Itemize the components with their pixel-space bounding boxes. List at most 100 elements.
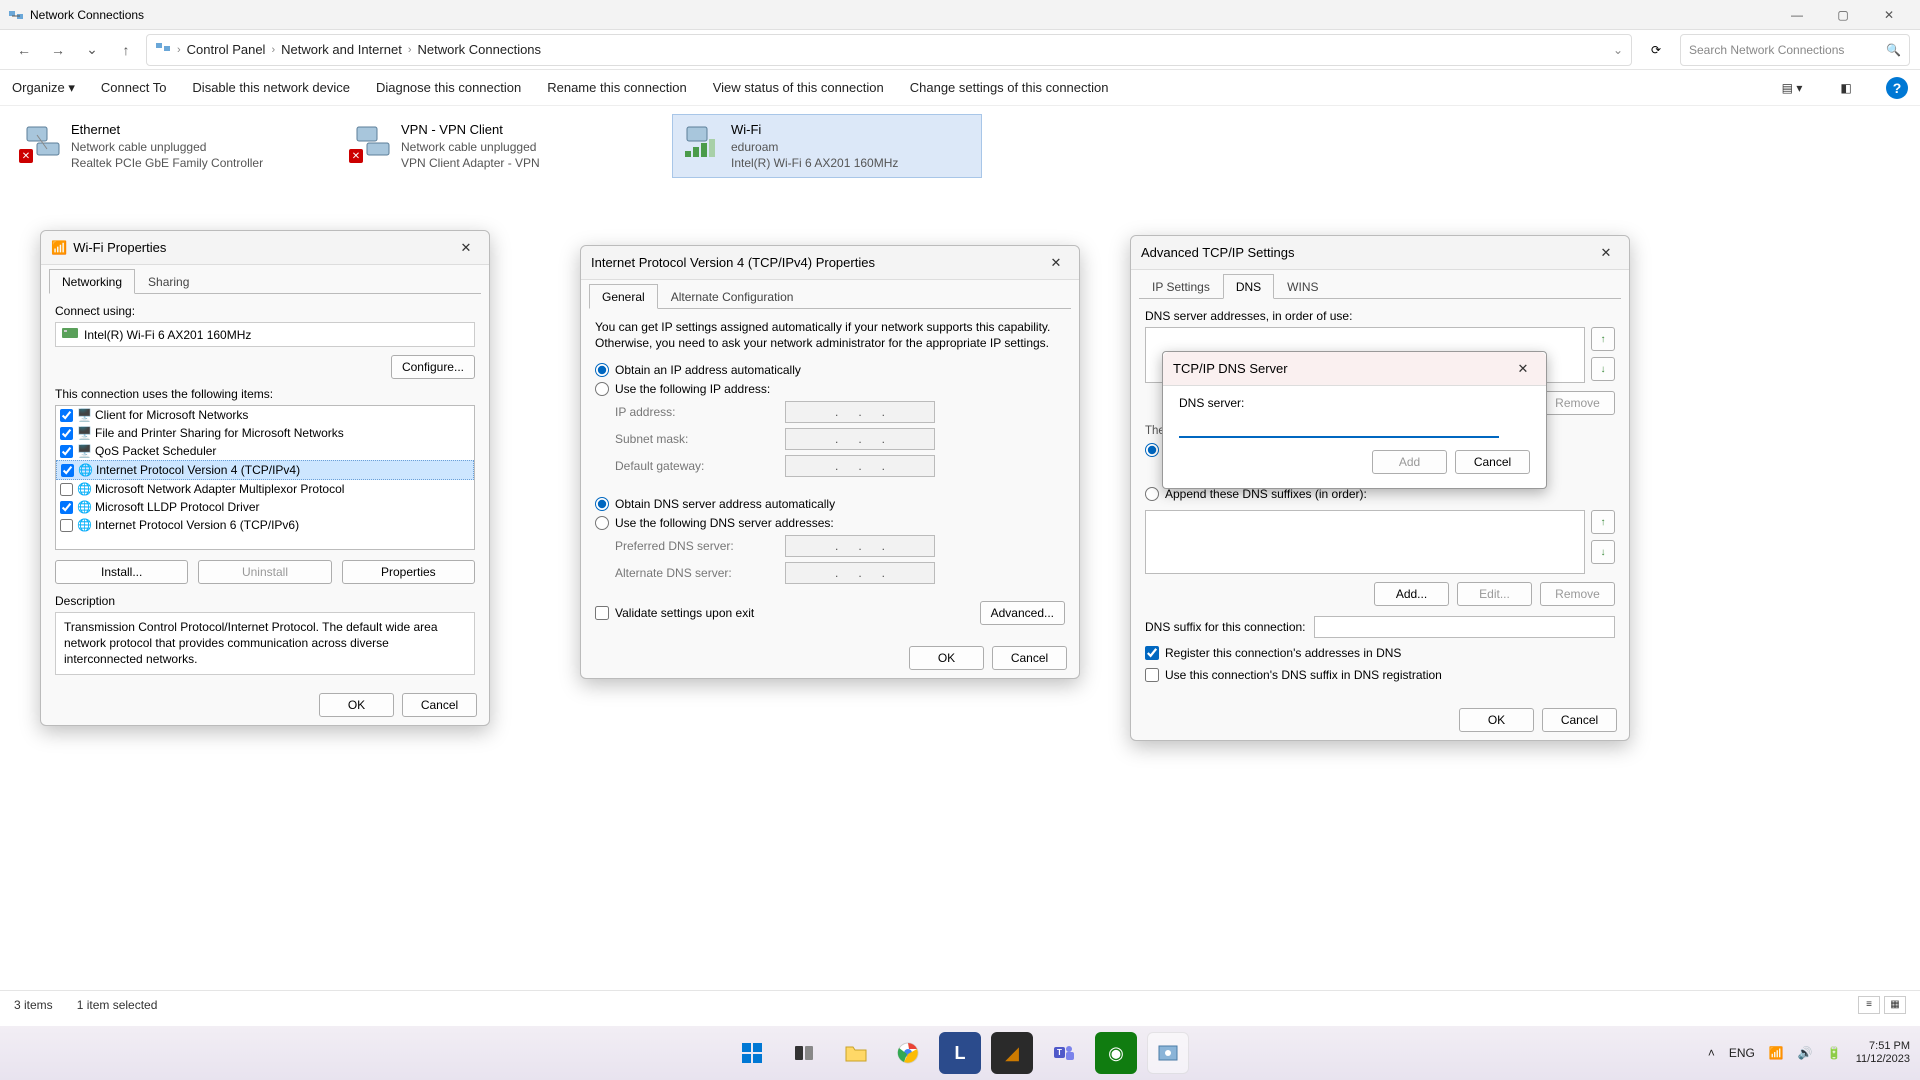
up-button[interactable]: ↑ bbox=[112, 36, 140, 64]
connection-suffix-input[interactable] bbox=[1314, 616, 1615, 638]
dns-remove-button[interactable]: Remove bbox=[1540, 391, 1615, 415]
dns-suffixes-list[interactable] bbox=[1145, 510, 1585, 574]
teams-icon[interactable]: T bbox=[1043, 1032, 1085, 1074]
cancel-button[interactable]: Cancel bbox=[1542, 708, 1617, 732]
back-button[interactable]: ← bbox=[10, 36, 38, 64]
move-up-button[interactable]: ↑ bbox=[1591, 327, 1615, 351]
search-input[interactable]: Search Network Connections 🔍 bbox=[1680, 34, 1910, 66]
tray-chevron-icon[interactable]: ˄ bbox=[1708, 1046, 1715, 1060]
add-button[interactable]: Add bbox=[1372, 450, 1447, 474]
connection-wifi[interactable]: Wi-Fi eduroam Intel(R) Wi-Fi 6 AX201 160… bbox=[672, 114, 982, 178]
protocol-icon: 🌐 bbox=[77, 482, 91, 496]
append-primary-radio[interactable] bbox=[1145, 443, 1159, 457]
item-checkbox[interactable] bbox=[60, 519, 73, 532]
use-ip-radio[interactable] bbox=[595, 382, 609, 396]
chrome-icon[interactable] bbox=[887, 1032, 929, 1074]
tab-sharing[interactable]: Sharing bbox=[135, 269, 202, 294]
start-button[interactable] bbox=[731, 1032, 773, 1074]
suffix-move-down-button[interactable]: ↓ bbox=[1591, 540, 1615, 564]
use-suffix-checkbox[interactable] bbox=[1145, 668, 1159, 682]
language-indicator[interactable]: ENG bbox=[1729, 1046, 1755, 1060]
maximize-button[interactable]: ▢ bbox=[1820, 0, 1866, 30]
diagnose-button[interactable]: Diagnose this connection bbox=[376, 80, 521, 95]
help-icon[interactable]: ? bbox=[1886, 77, 1908, 99]
recent-dropdown[interactable]: ⌄ bbox=[78, 36, 106, 64]
address-bar[interactable]: › Control Panel › Network and Internet ›… bbox=[146, 34, 1632, 66]
organize-menu[interactable]: Organize ▾ bbox=[12, 80, 75, 96]
connection-ethernet[interactable]: ✕ Ethernet Network cable unplugged Realt… bbox=[12, 114, 322, 178]
tab-wins[interactable]: WINS bbox=[1274, 274, 1331, 299]
obtain-ip-radio[interactable] bbox=[595, 363, 609, 377]
wifi-tray-icon[interactable]: 📶 bbox=[1769, 1046, 1784, 1060]
tab-general[interactable]: General bbox=[589, 284, 658, 309]
preview-pane-button[interactable]: ◧ bbox=[1832, 74, 1860, 102]
suffix-add-button[interactable]: Add... bbox=[1374, 582, 1449, 606]
item-checkbox[interactable] bbox=[60, 409, 73, 422]
item-checkbox[interactable] bbox=[60, 427, 73, 440]
file-explorer-icon[interactable] bbox=[835, 1032, 877, 1074]
view-options-button[interactable]: ▤ ▾ bbox=[1778, 74, 1806, 102]
minimize-button[interactable]: — bbox=[1774, 0, 1820, 30]
task-view-button[interactable] bbox=[783, 1032, 825, 1074]
suffix-edit-button[interactable]: Edit... bbox=[1457, 582, 1532, 606]
configure-button[interactable]: Configure... bbox=[391, 355, 475, 379]
disable-device-button[interactable]: Disable this network device bbox=[192, 80, 350, 95]
item-checkbox[interactable] bbox=[60, 483, 73, 496]
tiles-view-button[interactable]: ▦ bbox=[1884, 996, 1906, 1014]
tab-ip-settings[interactable]: IP Settings bbox=[1139, 274, 1223, 299]
close-icon[interactable]: ✕ bbox=[1593, 240, 1619, 266]
ok-button[interactable]: OK bbox=[319, 693, 394, 717]
xbox-icon[interactable]: ◉ bbox=[1095, 1032, 1137, 1074]
close-icon[interactable]: ✕ bbox=[1043, 250, 1069, 276]
address-dropdown-icon[interactable]: ⌄ bbox=[1613, 43, 1623, 57]
suffix-move-up-button[interactable]: ↑ bbox=[1591, 510, 1615, 534]
dns-server-input[interactable] bbox=[1179, 414, 1499, 438]
connection-vpn[interactable]: ✕ VPN - VPN Client Network cable unplugg… bbox=[342, 114, 652, 178]
close-button[interactable]: ✕ bbox=[1866, 0, 1912, 30]
app-l-icon[interactable]: L bbox=[939, 1032, 981, 1074]
control-panel-icon[interactable] bbox=[1147, 1032, 1189, 1074]
rename-button[interactable]: Rename this connection bbox=[547, 80, 686, 95]
protocol-icon: 🌐 bbox=[77, 518, 91, 532]
item-checkbox[interactable] bbox=[60, 445, 73, 458]
advanced-button[interactable]: Advanced... bbox=[980, 601, 1065, 625]
breadcrumb-item[interactable]: Network Connections bbox=[417, 42, 541, 57]
cancel-button[interactable]: Cancel bbox=[402, 693, 477, 717]
change-settings-button[interactable]: Change settings of this connection bbox=[910, 80, 1109, 95]
item-checkbox[interactable] bbox=[60, 501, 73, 514]
refresh-button[interactable]: ⟳ bbox=[1638, 34, 1674, 66]
tab-alternate[interactable]: Alternate Configuration bbox=[658, 284, 807, 309]
item-checkbox[interactable] bbox=[61, 464, 74, 477]
forward-button[interactable]: → bbox=[44, 36, 72, 64]
close-icon[interactable]: ✕ bbox=[1510, 356, 1536, 382]
volume-tray-icon[interactable]: 🔊 bbox=[1798, 1046, 1813, 1060]
breadcrumb-item[interactable]: Control Panel bbox=[187, 42, 266, 57]
cancel-button[interactable]: Cancel bbox=[1455, 450, 1530, 474]
protocol-items-list[interactable]: 🖥️Client for Microsoft Networks 🖥️File a… bbox=[55, 405, 475, 550]
view-status-button[interactable]: View status of this connection bbox=[713, 80, 884, 95]
dns-server-label: DNS server: bbox=[1179, 396, 1530, 410]
cancel-button[interactable]: Cancel bbox=[992, 646, 1067, 670]
use-dns-radio[interactable] bbox=[595, 516, 609, 530]
battery-tray-icon[interactable]: 🔋 bbox=[1827, 1046, 1842, 1060]
connect-to-button[interactable]: Connect To bbox=[101, 80, 167, 95]
move-down-button[interactable]: ↓ bbox=[1591, 357, 1615, 381]
close-icon[interactable]: ✕ bbox=[453, 235, 479, 261]
ok-button[interactable]: OK bbox=[909, 646, 984, 670]
properties-button[interactable]: Properties bbox=[342, 560, 475, 584]
install-button[interactable]: Install... bbox=[55, 560, 188, 584]
wifi-icon: 📶 bbox=[51, 240, 67, 256]
append-these-radio[interactable] bbox=[1145, 487, 1159, 501]
register-checkbox[interactable] bbox=[1145, 646, 1159, 660]
tab-networking[interactable]: Networking bbox=[49, 269, 135, 294]
clock[interactable]: 7:51 PM 11/12/2023 bbox=[1856, 1040, 1910, 1066]
app-dark-icon[interactable]: ◢ bbox=[991, 1032, 1033, 1074]
tab-dns[interactable]: DNS bbox=[1223, 274, 1274, 299]
validate-checkbox[interactable] bbox=[595, 606, 609, 620]
uninstall-button[interactable]: Uninstall bbox=[198, 560, 331, 584]
suffix-remove-button[interactable]: Remove bbox=[1540, 582, 1615, 606]
details-view-button[interactable]: ≡ bbox=[1858, 996, 1880, 1014]
ok-button[interactable]: OK bbox=[1459, 708, 1534, 732]
obtain-dns-radio[interactable] bbox=[595, 497, 609, 511]
breadcrumb-item[interactable]: Network and Internet bbox=[281, 42, 402, 57]
